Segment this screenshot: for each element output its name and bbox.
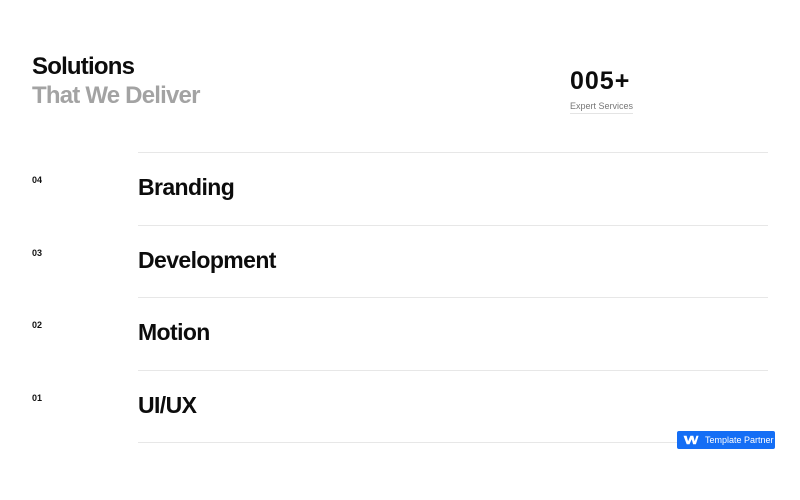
services-stat: 005+ Expert Services (570, 66, 634, 114)
stat-label: Expert Services (570, 100, 634, 114)
service-title: Branding (138, 174, 235, 200)
service-item-development[interactable]: 03 Development (0, 224, 800, 298)
template-partner-badge[interactable]: Template Partner (677, 431, 775, 449)
service-item-branding[interactable]: 04 Branding (0, 152, 800, 225)
service-number: 04 (32, 175, 43, 185)
services-list: 04 Branding 03 Development 02 Motion 01 … (0, 152, 800, 443)
service-number: 02 (32, 320, 43, 330)
service-title: Development (138, 246, 276, 273)
service-number: 03 (32, 247, 43, 258)
webflow-logo-icon (683, 435, 699, 445)
section-heading: Solutions That We Deliver (32, 52, 200, 110)
service-item-motion[interactable]: 02 Motion (0, 297, 800, 370)
badge-label: Template Partner (705, 435, 774, 445)
heading-subtitle: That We Deliver (32, 82, 200, 109)
service-number: 01 (32, 392, 43, 403)
stat-number: 005+ (570, 67, 631, 95)
service-title: Motion (138, 319, 210, 345)
services-page: Solutions That We Deliver 005+ Expert Se… (0, 0, 800, 500)
heading-title: Solutions (32, 53, 135, 80)
service-title: UI/UX (138, 391, 197, 418)
